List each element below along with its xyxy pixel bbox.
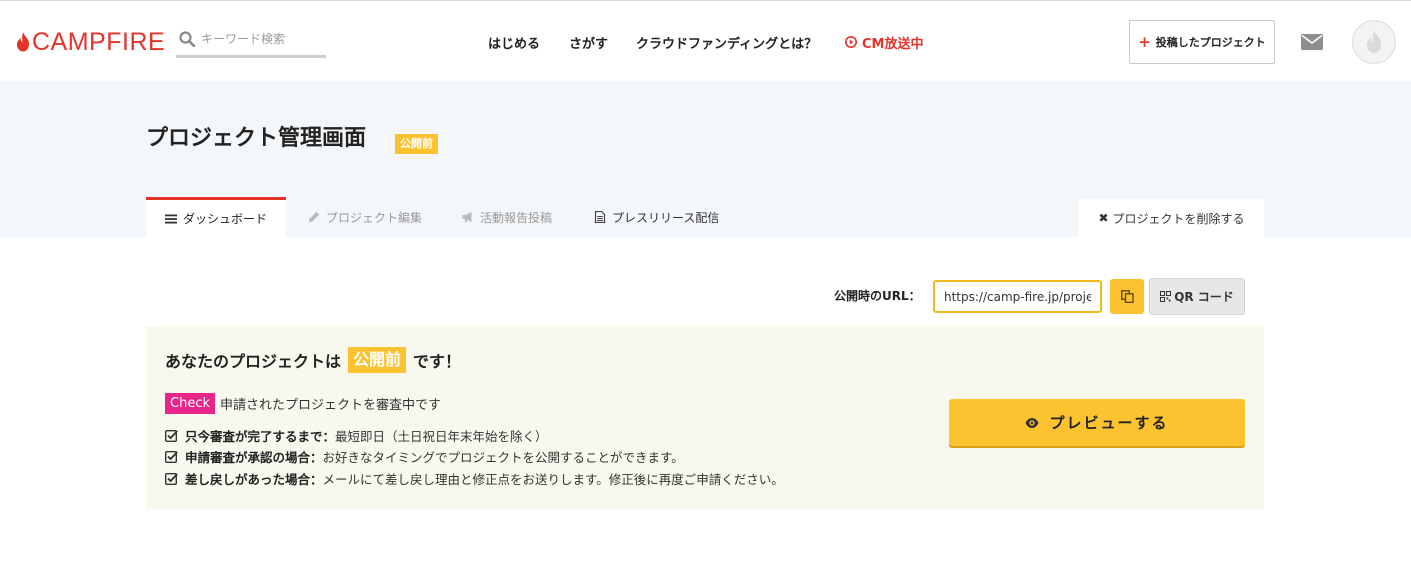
plus-icon: + (1138, 32, 1151, 51)
status-item-label: 只今審査が完了するまで： (185, 428, 336, 444)
status-item: 申請審査が承認の場合： お好きなタイミングでプロジェクトを公開することができます… (165, 447, 684, 465)
qr-code-button[interactable]: QR コード (1149, 278, 1245, 315)
site-header: CAMPFIRE はじめる さがす クラウドファンディングとは？ CM放送中 +… (0, 0, 1411, 81)
eye-icon (1025, 417, 1039, 428)
status-item-label: 差し戻しがあった場合： (185, 471, 323, 487)
preview-button-label: プレビューする (1049, 414, 1169, 432)
tab-project-edit-label: プロジェクト編集 (326, 210, 423, 225)
status-item: 只今審査が完了するまで： 最短即日（土日祝日年末年始を除く） (165, 426, 548, 444)
page-title: プロジェクト管理画面 (146, 126, 367, 151)
nav-cm[interactable]: CM放送中 (845, 32, 923, 52)
envelope-icon[interactable] (1301, 34, 1323, 50)
check-row: Check 申請されたプロジェクトを審査中です (165, 392, 441, 414)
public-url-field[interactable] (933, 280, 1102, 313)
flame-icon (1367, 30, 1381, 53)
tab-activity-report-label: 活動報告投稿 (480, 210, 553, 225)
status-heading-suffix: です！ (413, 352, 462, 371)
checkbox-checked-icon (165, 472, 178, 485)
check-text: 申請されたプロジェクトを審査中です (220, 397, 442, 413)
copy-icon (1120, 290, 1134, 303)
tab-dashboard-label: ダッシュボード (182, 212, 267, 226)
logo-text: CAMPFIRE (32, 28, 166, 56)
search-input[interactable] (201, 29, 323, 49)
copy-url-button[interactable] (1110, 279, 1144, 314)
search-box[interactable] (176, 27, 326, 58)
nav-cm-label: CM放送中 (862, 36, 924, 52)
posted-projects-button[interactable]: + 投稿したプロジェクト (1129, 20, 1275, 64)
tab-dashboard[interactable]: ダッシュボード (146, 197, 286, 237)
status-heading-prefix: あなたのプロジェクトは (165, 352, 342, 371)
tab-press-release[interactable]: プレスリリース配信 (594, 197, 719, 237)
user-avatar[interactable] (1352, 20, 1396, 64)
status-badge: 公開前 (395, 134, 438, 154)
tab-press-release-label: プレスリリース配信 (612, 210, 720, 225)
qr-code-icon (1160, 291, 1172, 302)
search-icon (179, 31, 195, 47)
close-icon: ✖ (1098, 211, 1109, 225)
tab-activity-report[interactable]: 活動報告投稿 (462, 197, 552, 237)
megaphone-icon (462, 212, 472, 222)
status-item-label: 申請審査が承認の場合： (185, 449, 323, 465)
nav-start[interactable]: はじめる (488, 32, 540, 52)
tab-project-edit[interactable]: プロジェクト編集 (308, 197, 422, 237)
qr-code-label: QR コード (1174, 290, 1234, 304)
flame-logo-icon (17, 32, 29, 52)
checkbox-checked-icon (165, 450, 178, 463)
campfire-logo[interactable]: CAMPFIRE (16, 29, 165, 55)
status-heading: あなたのプロジェクトは 公開前 です！ (165, 347, 461, 373)
public-url-label: 公開時のURL： (834, 289, 921, 303)
status-heading-badge: 公開前 (348, 347, 407, 373)
status-item-text: メールにて差し戻し理由と修正点をお送りします。修正後に再度ご申請ください。 (322, 471, 784, 487)
list-icon (164, 214, 177, 223)
check-badge: Check (165, 392, 215, 414)
status-item-text: 最短即日（土日祝日年末年始を除く） (335, 428, 548, 444)
nav-browse[interactable]: さがす (569, 32, 608, 52)
checkbox-checked-icon (165, 429, 178, 442)
status-item: 差し戻しがあった場合： メールにて差し戻し理由と修正点をお送りします。修正後に再… (165, 469, 784, 487)
status-item-text: お好きなタイミングでプロジェクトを公開することができます。 (322, 449, 684, 465)
pencil-icon (308, 211, 320, 223)
preview-button[interactable]: プレビューする (949, 399, 1245, 446)
delete-project-button[interactable]: ✖ プロジェクトを削除する (1079, 199, 1264, 237)
play-circle-icon (845, 36, 857, 48)
document-icon (594, 211, 606, 223)
posted-projects-label: 投稿したプロジェクト (1155, 36, 1266, 49)
delete-project-label: プロジェクトを削除する (1112, 211, 1245, 226)
nav-about-crowdfunding[interactable]: クラウドファンディングとは？ (636, 32, 817, 52)
